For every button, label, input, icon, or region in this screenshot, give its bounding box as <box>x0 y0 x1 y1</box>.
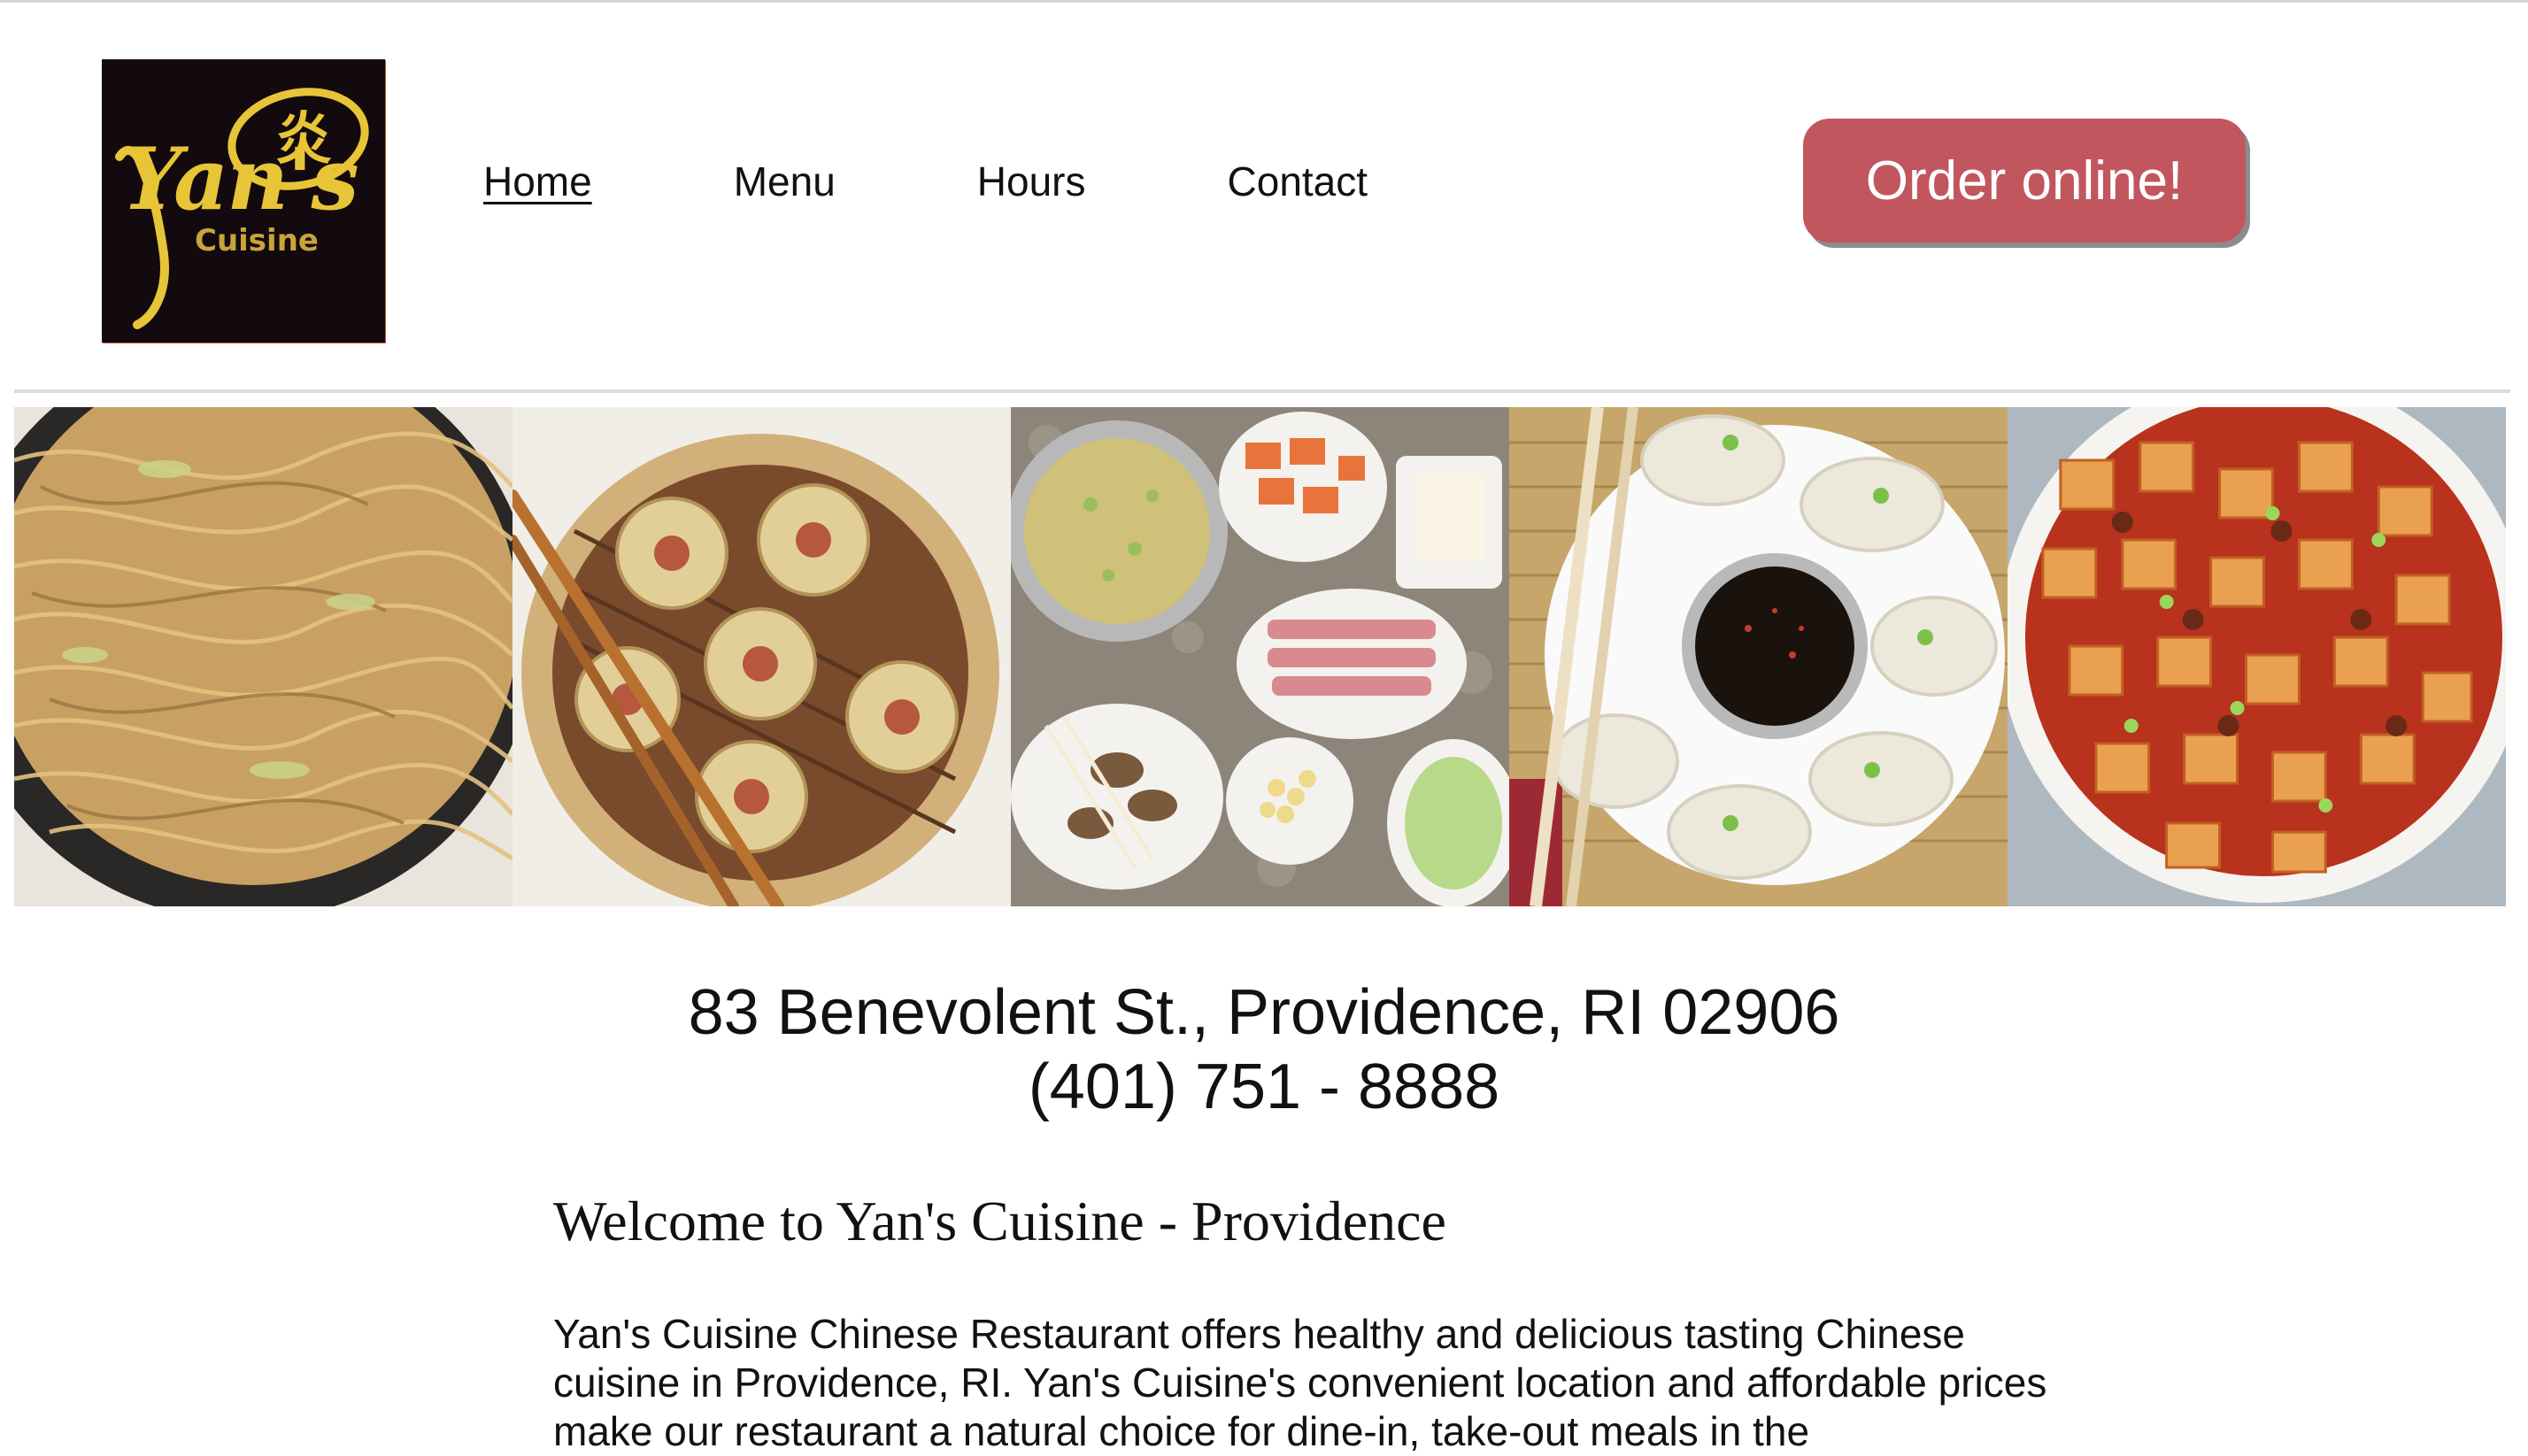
logo-brand-text: Yan's <box>121 129 359 229</box>
nav-home[interactable]: Home <box>483 155 592 208</box>
phone-number[interactable]: (401) 751 - 8888 <box>0 1050 2528 1124</box>
intro-paragraph: Yan's Cuisine Chinese Restaurant offers … <box>553 1311 2047 1454</box>
photo-strip <box>14 407 2507 906</box>
photo-dumplings <box>1509 407 2008 906</box>
header-divider <box>14 389 2510 393</box>
nav-contact[interactable]: Contact <box>1228 155 1368 208</box>
street-address: 83 Benevolent St., Providence, RI 02906 <box>688 977 1840 1048</box>
nav-menu[interactable]: Menu <box>734 155 836 208</box>
main-nav: Home Menu Hours Contact <box>483 155 1509 208</box>
order-online-button[interactable]: Order online! <box>1803 119 2246 243</box>
top-border <box>0 0 2528 3</box>
photo-mapo-tofu <box>2008 407 2506 906</box>
logo-sub-text: Cuisine <box>195 223 319 258</box>
photo-shumai <box>513 407 1011 906</box>
address-block: 83 Benevolent St., Providence, RI 02906 … <box>0 975 2528 1124</box>
welcome-heading: Welcome to Yan's Cuisine - Providence <box>553 1190 1446 1252</box>
photo-hot-pot <box>1011 407 1509 906</box>
photo-noodles <box>14 407 513 906</box>
restaurant-logo[interactable]: 炎 Yan's Cuisine <box>102 59 385 343</box>
nav-hours[interactable]: Hours <box>977 155 1086 208</box>
